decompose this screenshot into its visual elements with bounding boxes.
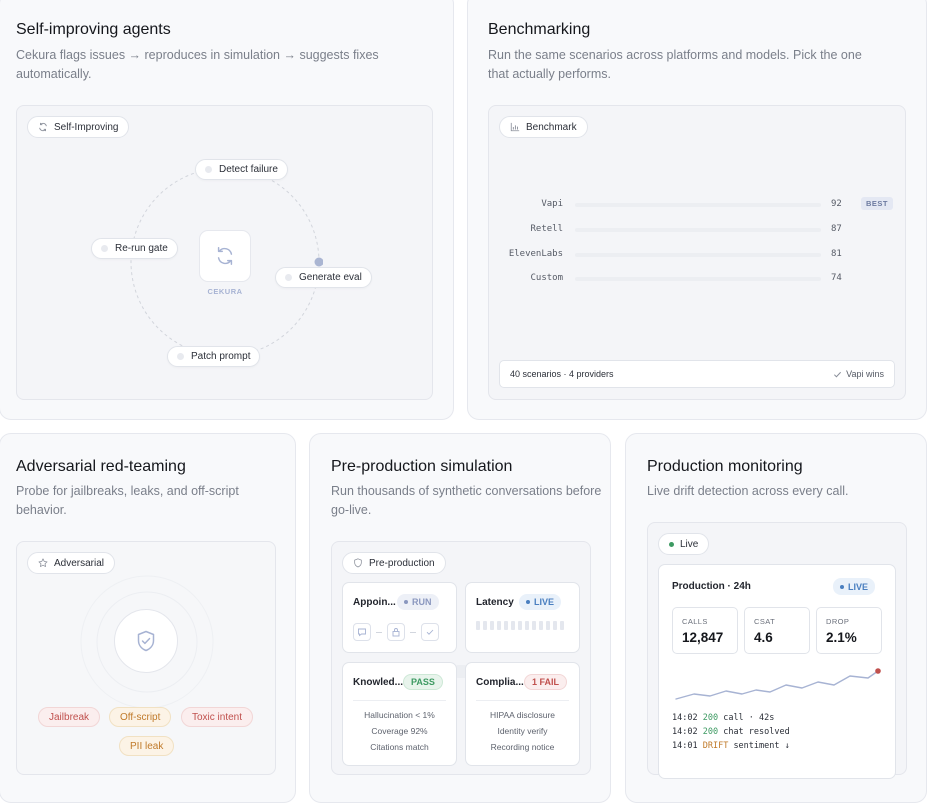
- refresh-icon: [217, 247, 233, 265]
- shield-check-icon: [137, 630, 155, 652]
- card-title: Production monitoring: [647, 458, 803, 475]
- live-badge: LIVE: [833, 578, 876, 595]
- score-track: [575, 203, 821, 207]
- cekura-center: [199, 230, 251, 282]
- log-line: 14:01 DRIFT sentiment ↓: [672, 741, 790, 751]
- drift-sparkline: [675, 668, 881, 700]
- tag-jailbreak: Jailbreak: [38, 707, 101, 727]
- card-description: Probe for jailbreaks, leaks, and off-scr…: [16, 484, 239, 517]
- production-panel: Production · 24h LIVE CALLS 12,847 CSAT …: [658, 564, 896, 779]
- benchmark-row: Retell 87: [530, 224, 842, 234]
- chat-icon: [353, 623, 371, 641]
- benchmark-row: Custom 74: [530, 273, 842, 283]
- scenario-summary: 40 scenarios · 4 providers: [510, 369, 614, 379]
- self-improving-chip: Self-Improving: [27, 116, 130, 138]
- preproduction-panel: Pre-production Appoin... RUN Latency LIV…: [331, 541, 591, 775]
- adversarial-chip: Adversarial: [27, 552, 116, 574]
- tag-off-script: Off-script: [109, 707, 172, 727]
- monitoring-card: Production monitoring Live drift detecti…: [625, 433, 927, 803]
- benchmarking-card: Benchmarking Run the same scenarios acro…: [467, 0, 927, 420]
- adversarial-card: Adversarial red-teaming Probe for jailbr…: [0, 433, 296, 803]
- progress-dot: [314, 257, 323, 267]
- best-badge: BEST: [861, 197, 894, 210]
- node-rerun-gate[interactable]: Re-run gate: [91, 238, 178, 259]
- refresh-icon: [39, 122, 47, 132]
- scenario-card-appointment[interactable]: Appoin... RUN: [342, 582, 457, 653]
- winner-label: Vapi wins: [833, 369, 884, 379]
- check-icon: [834, 371, 842, 377]
- log-line: 14:02 200 chat resolved: [672, 727, 790, 737]
- self-improving-panel: Self-Improving CEKURA Detect failure Gen…: [16, 105, 433, 400]
- step-icons: [353, 623, 439, 641]
- adversarial-panel: Adversarial Jailbreak Off-script Toxic i…: [16, 541, 276, 775]
- preproduction-card: Pre-production simulation Run thousands …: [309, 433, 611, 803]
- tag-pii-leak: PII leak: [119, 736, 175, 756]
- latency-bars: [476, 621, 564, 630]
- live-dot: [669, 541, 674, 547]
- metric-calls: CALLS 12,847: [672, 607, 738, 654]
- status-pill: PASS: [403, 674, 443, 690]
- scenario-card-compliance[interactable]: Complia... 1 FAIL HIPAA disclosure Ident…: [465, 662, 580, 766]
- card-title: Adversarial red-teaming: [16, 458, 186, 475]
- card-title: Benchmarking: [488, 21, 591, 38]
- benchmark-row: ElevenLabs 81: [508, 249, 842, 259]
- card-description: Run thousands of synthetic conversations…: [331, 484, 602, 517]
- node-dot: [177, 353, 184, 360]
- card-description: Run the same scenarios across platforms …: [488, 48, 862, 81]
- divider: [476, 700, 569, 701]
- check-icon: [421, 623, 439, 641]
- divider: [353, 700, 446, 701]
- scenario-card-latency[interactable]: Latency LIVE: [465, 582, 580, 653]
- card-description: Live drift detection across every call.: [647, 484, 849, 498]
- preproduction-chip: Pre-production: [342, 552, 446, 574]
- score-track: [575, 277, 821, 281]
- score-track: [575, 228, 821, 232]
- node-dot: [205, 166, 212, 173]
- card-title: Pre-production simulation: [331, 458, 513, 475]
- card-description: Cekura flags issues → reproduces in simu…: [16, 48, 379, 81]
- benchmark-row: Vapi 92 BEST: [489, 197, 905, 211]
- benchmark-panel: Benchmark Vapi 92 BEST Retell 87 ElevenL…: [488, 105, 906, 400]
- bar-chart-icon: [510, 122, 520, 132]
- star-icon: [38, 558, 48, 567]
- shield-icon: [354, 558, 362, 568]
- status-pill: 1 FAIL: [524, 674, 568, 690]
- node-dot: [285, 274, 292, 281]
- benchmark-footer: 40 scenarios · 4 providers Vapi wins: [499, 360, 895, 388]
- tag-toxic-intent: Toxic intent: [181, 707, 254, 727]
- shield-badge: [114, 609, 178, 673]
- cekura-label: CEKURA: [207, 287, 243, 296]
- metric-csat: CSAT 4.6: [744, 607, 810, 654]
- score-track: [575, 253, 821, 257]
- node-generate-eval[interactable]: Generate eval: [275, 267, 372, 288]
- panel-title: Production · 24h: [672, 581, 751, 592]
- lock-icon: [387, 623, 405, 641]
- monitoring-panel: Live Production · 24h LIVE CALLS 12,847 …: [647, 522, 907, 779]
- status-pill: LIVE: [519, 594, 562, 610]
- benchmark-chip: Benchmark: [499, 116, 588, 138]
- live-chip: Live: [658, 533, 710, 555]
- card-title: Self-improving agents: [16, 21, 171, 38]
- metric-drop: DROP 2.1%: [816, 607, 882, 654]
- log-line: 14:02 200 call · 42s: [672, 713, 775, 723]
- node-patch-prompt[interactable]: Patch prompt: [167, 346, 261, 367]
- status-pill: RUN: [397, 594, 439, 610]
- self-improving-card: Self-improving agents Cekura flags issue…: [0, 0, 454, 420]
- scenario-card-knowledge[interactable]: Knowled... PASS Hallucination < 1% Cover…: [342, 662, 457, 766]
- node-detect-failure[interactable]: Detect failure: [195, 159, 288, 180]
- node-dot: [101, 245, 108, 252]
